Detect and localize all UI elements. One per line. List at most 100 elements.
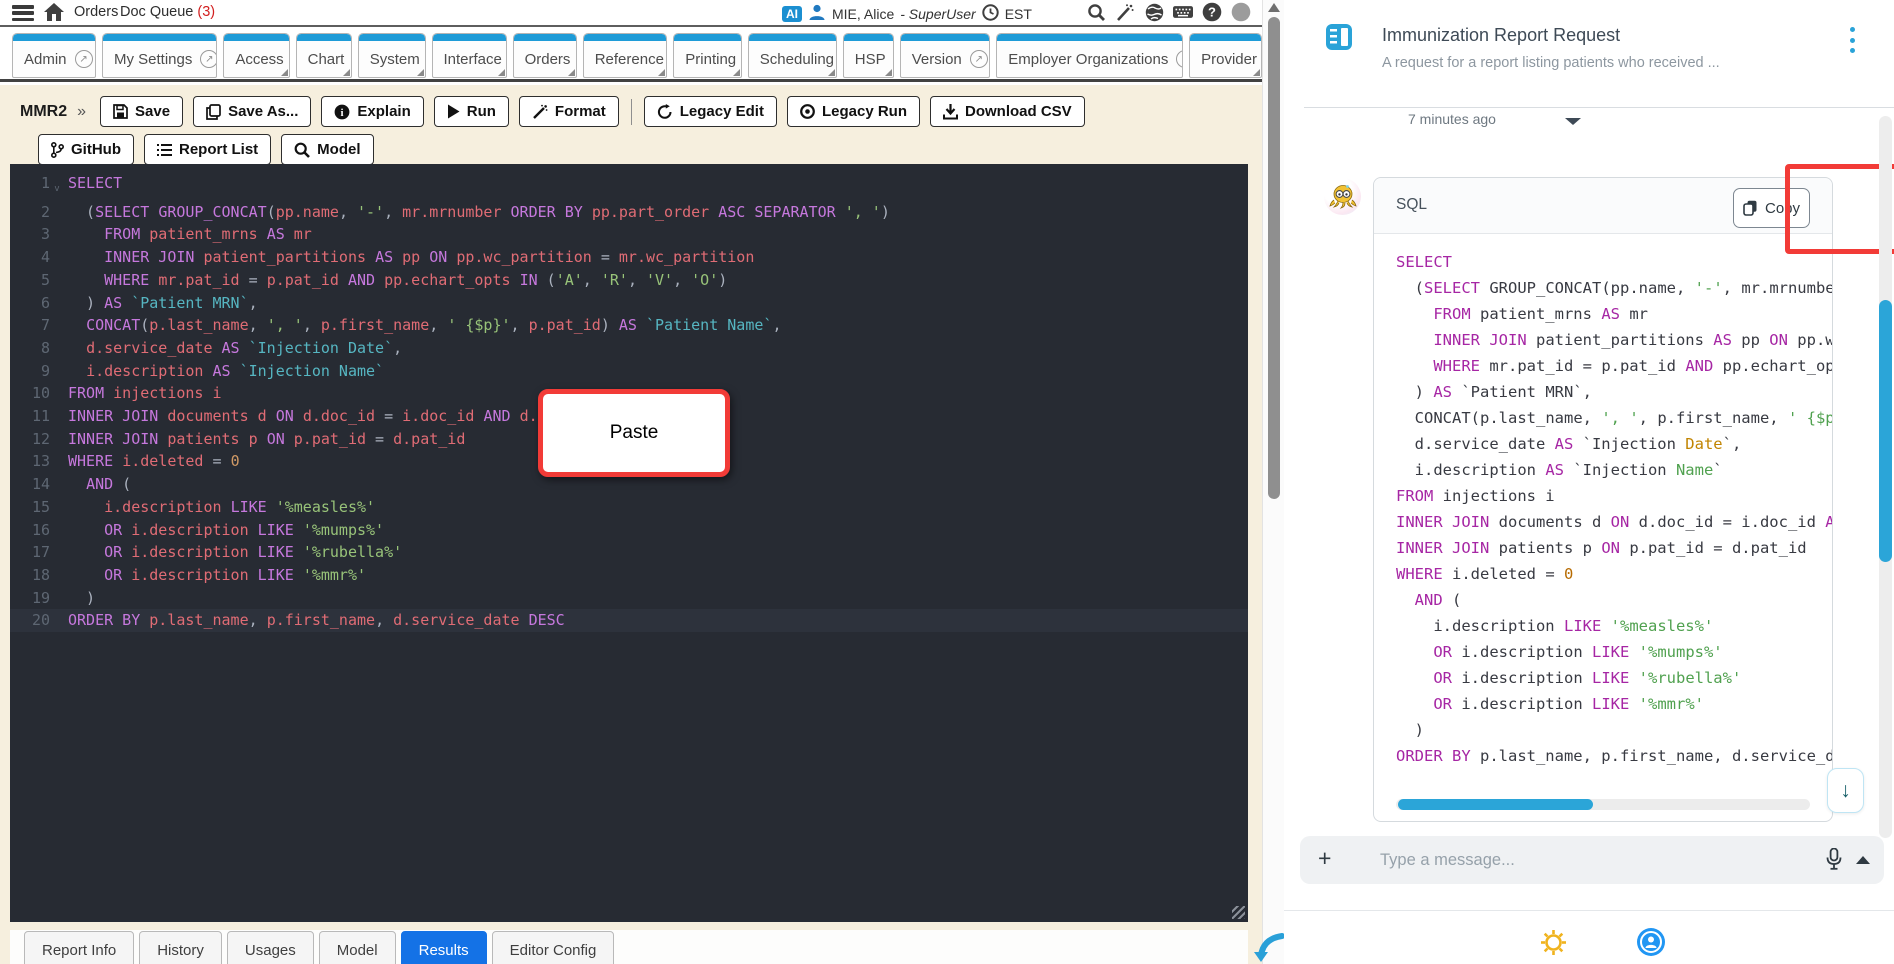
bottom-tab-usages[interactable]: Usages (226, 931, 314, 964)
chat-code-line-17: OR i.description LIKE '%rubella%' (1433, 669, 1742, 687)
legacy-run-button[interactable]: Legacy Run (786, 96, 920, 127)
timestamp-caret-icon[interactable] (1565, 118, 1581, 125)
home-icon[interactable] (44, 3, 64, 26)
info-icon: i (334, 104, 350, 120)
tab-label: Admin (24, 50, 67, 68)
help-icon[interactable]: ? (1202, 2, 1222, 22)
tab-orders[interactable]: Orders (512, 33, 577, 78)
add-attachment-button[interactable]: + (1318, 845, 1331, 873)
line-content: WHERE mr.pat_id = p.pat_id AND pp.echart… (104, 270, 728, 289)
tab-label: Access (235, 50, 284, 68)
chat-scrollbar-thumb[interactable] (1879, 300, 1892, 562)
external-link-icon[interactable]: ↗ (1176, 50, 1183, 68)
tab-interface[interactable]: Interface (431, 33, 507, 78)
tab-label: Chart (307, 50, 345, 68)
clock-icon (982, 3, 999, 24)
button-label: Model (317, 141, 361, 158)
magic-wand-icon[interactable] (1115, 2, 1135, 22)
hamburger-menu-icon[interactable] (12, 5, 34, 21)
assistant-corner-arrow-icon[interactable] (1254, 932, 1285, 964)
line-number: 13 (31, 452, 50, 471)
scrollbar-thumb[interactable] (1268, 17, 1280, 499)
submenu-corner-icon (827, 69, 835, 76)
chat-code-line-6: ) AS `Patient MRN`, (1396, 383, 1592, 401)
sql-card-header: SQL Copy (1374, 164, 1894, 254)
run-button[interactable]: Run (433, 96, 509, 127)
left-panel-scrollbar[interactable] (1262, 0, 1284, 964)
search-icon[interactable] (1086, 2, 1106, 22)
github-button[interactable]: GitHub (38, 134, 134, 165)
tab-scheduling[interactable]: Scheduling (747, 33, 837, 78)
bottom-tab-results[interactable]: Results (400, 931, 487, 964)
scrollbar-up-arrow-icon[interactable] (1268, 3, 1280, 12)
report-chevron[interactable]: » (77, 103, 86, 121)
tab-label: Orders (524, 50, 571, 68)
fold-caret-icon[interactable]: v (50, 172, 64, 201)
report-list-button[interactable]: Report List (144, 134, 272, 165)
tab-printing[interactable]: Printing (673, 33, 742, 78)
line-content: OR i.description LIKE '%mmr%' (104, 565, 367, 584)
assistant-avatar (1324, 178, 1361, 215)
nav-orders[interactable]: Orders (74, 4, 118, 20)
tab-my-settings[interactable]: My Settings ↗ (101, 33, 218, 78)
tab-chart[interactable]: Chart (295, 33, 352, 78)
line-content: d.service_date AS `Injection Date`, (86, 338, 403, 357)
tab-employer-organizations[interactable]: Employer Organizations ↗ (996, 33, 1184, 78)
legacy-edit-button[interactable]: Legacy Edit (643, 96, 777, 127)
message-input[interactable] (1380, 842, 1760, 878)
scroll-to-bottom-button[interactable]: ↓ (1827, 768, 1864, 813)
bottom-tab-history[interactable]: History (139, 931, 222, 964)
kebab-menu-icon[interactable] (1844, 27, 1860, 53)
down-arrow-icon: ↓ (1840, 778, 1851, 802)
line-content: FROM injections i (68, 384, 222, 403)
external-link-icon[interactable]: ↗ (969, 50, 988, 68)
copy-icon (1743, 200, 1757, 216)
tab-access[interactable]: Access (223, 33, 290, 78)
line-content: SELECT (68, 174, 123, 192)
tab-system[interactable]: System (357, 33, 426, 78)
nav-doc-queue[interactable]: Doc Queue (3) (120, 4, 215, 20)
save-button[interactable]: Save (100, 96, 184, 127)
keyboard-icon[interactable] (1173, 2, 1193, 22)
avatar-placeholder-icon[interactable] (1231, 2, 1251, 22)
line-number: 10 (31, 384, 50, 403)
assistant-app-icon[interactable] (1636, 927, 1666, 962)
tab-label: Scheduling (759, 50, 835, 68)
collapse-caret-icon[interactable] (1856, 856, 1870, 864)
tab-hsp[interactable]: HSP (842, 33, 894, 78)
ai-badge[interactable]: AI (782, 5, 802, 22)
external-link-icon[interactable]: ↗ (74, 50, 93, 68)
format-button[interactable]: Format (518, 96, 619, 127)
settings-gear-icon[interactable] (1540, 929, 1567, 961)
tab-reference[interactable]: Reference (582, 33, 668, 78)
gutter-spacer (50, 541, 64, 564)
sql-message-code: SELECT (SELECT GROUP_CONCAT(pp.name, '-'… (1374, 234, 1832, 822)
microphone-icon[interactable] (1826, 847, 1842, 875)
code-horizontal-scrollbar[interactable] (1396, 799, 1810, 810)
octopus-avatar-icon (1328, 184, 1357, 209)
sql-code-editor[interactable]: 1 v SELECT 2 (SELECT GROUP_CONCAT(pp.name, … (10, 164, 1248, 922)
copy-button[interactable]: Copy (1733, 188, 1810, 228)
explain-button[interactable]: i Explain (321, 96, 424, 127)
paste-button[interactable]: Paste (538, 389, 730, 477)
button-label: Format (554, 103, 606, 120)
bottom-tab-model[interactable]: Model (318, 931, 396, 964)
download-csv-button[interactable]: Download CSV (930, 96, 1085, 127)
bottom-tab-editor-config[interactable]: Editor Config (491, 931, 615, 964)
save-as--button[interactable]: Save As... (193, 96, 312, 127)
submenu-corner-icon (732, 69, 740, 76)
editor-resize-handle[interactable] (1232, 906, 1245, 919)
tab-version[interactable]: Version ↗ (899, 33, 991, 78)
bottom-tab-report-info[interactable]: Report Info (24, 931, 135, 964)
chat-code-line-18: OR i.description LIKE '%mmr%' (1433, 695, 1704, 713)
line-content: INNER JOIN patients p ON p.pat_id = d.pa… (68, 429, 466, 448)
code-hscroll-thumb[interactable] (1398, 799, 1593, 810)
globe-icon[interactable] (1144, 2, 1164, 22)
model-button[interactable]: Model (281, 134, 374, 165)
tab-provider[interactable]: Provider (1189, 33, 1262, 78)
tab-admin[interactable]: Admin ↗ (12, 33, 96, 78)
external-link-icon[interactable]: ↗ (200, 50, 217, 68)
button-label: Legacy Edit (679, 103, 764, 120)
tab-label: Reference (594, 50, 664, 68)
code-line-8: 8 d.service_date AS `Injection Date`, (10, 337, 1248, 360)
